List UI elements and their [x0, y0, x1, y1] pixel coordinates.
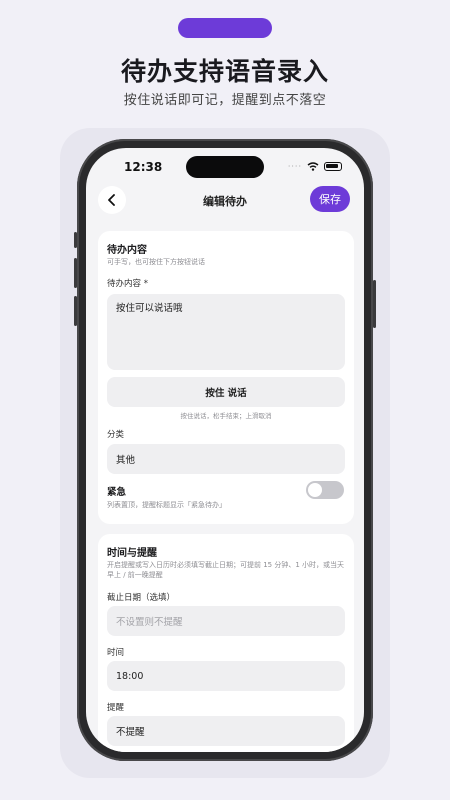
- remind-label: 提醒: [107, 703, 125, 713]
- content-section-subtitle: 可手写，也可按住下方按钮说话: [107, 258, 205, 266]
- due-date-input[interactable]: 不设置则不提醒: [107, 606, 345, 636]
- time-value: 18:00: [116, 670, 144, 682]
- save-button[interactable]: 保存: [310, 186, 350, 212]
- reminder-section-title: 时间与提醒: [107, 548, 157, 559]
- reminder-card: 时间与提醒 开启提醒或写入日历时必须填写截止日期；可提前 15 分钟、1 小时，…: [98, 534, 354, 752]
- decorative-pill: [178, 18, 272, 38]
- due-date-label: 截止日期（选填）: [107, 593, 176, 603]
- urgent-label: 紧急: [107, 487, 127, 498]
- nav-bar: 编辑待办 保存: [86, 186, 364, 216]
- battery-icon: [324, 162, 342, 171]
- todo-content-label: 待办内容 *: [107, 279, 148, 289]
- hold-to-talk-button[interactable]: 按住 说话: [107, 377, 345, 407]
- todo-content-input[interactable]: 按住可以说话哦: [107, 294, 345, 370]
- hold-to-talk-hint: 按住说话，松手结束；上滑取消: [180, 412, 272, 420]
- remind-value: 不提醒: [116, 727, 145, 738]
- status-time: 12:38: [124, 160, 163, 174]
- toggle-knob: [308, 483, 322, 497]
- promo-subline: 按住说话即可记，提醒到点不落空: [123, 93, 327, 108]
- category-select[interactable]: 其他: [107, 444, 345, 474]
- due-date-placeholder: 不设置则不提醒: [116, 617, 183, 628]
- category-value: 其他: [116, 455, 136, 466]
- time-label: 时间: [107, 648, 125, 658]
- promo-stage: 待办支持语音录入 按住说话即可记，提醒到点不落空 12:38 ···· 编辑待办…: [0, 0, 450, 800]
- remind-select[interactable]: 不提醒: [107, 716, 345, 746]
- urgent-hint: 列表置顶，提醒标题显示「紧急待办」: [107, 501, 226, 509]
- phone-side-button: [74, 296, 77, 326]
- dynamic-island: [186, 156, 264, 178]
- phone-side-button: [74, 258, 77, 288]
- phone-screen: 12:38 ···· 编辑待办 保存 待办内容 可手写，也可按住下方按钮说话 待…: [86, 148, 364, 752]
- content-card: 待办内容 可手写，也可按住下方按钮说话 待办内容 * 按住可以说话哦 按住 说话…: [98, 231, 354, 524]
- category-label: 分类: [107, 430, 125, 440]
- promo-headline: 待办支持语音录入: [120, 57, 329, 86]
- signal-icon: ····: [287, 162, 302, 171]
- phone-side-button: [373, 280, 376, 328]
- time-input[interactable]: 18:00: [107, 661, 345, 691]
- content-section-title: 待办内容: [107, 245, 147, 256]
- phone-side-button: [74, 232, 77, 248]
- status-icons: ····: [288, 162, 342, 171]
- wifi-icon: [307, 162, 319, 171]
- reminder-section-subtitle: 开启提醒或写入日历时必须填写截止日期；可提前 15 分钟、1 小时，或当天早上 …: [107, 561, 345, 579]
- urgent-toggle[interactable]: [306, 481, 344, 499]
